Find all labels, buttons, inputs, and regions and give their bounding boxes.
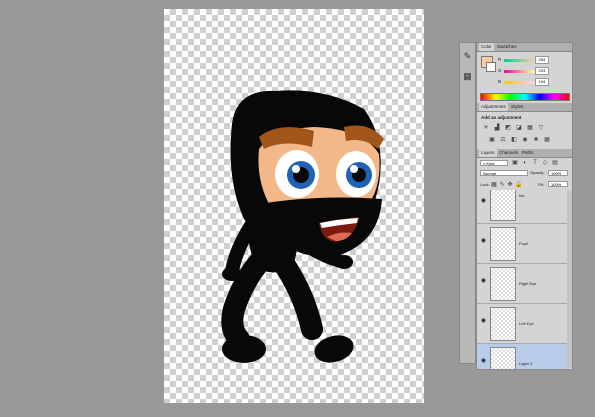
black-white-icon[interactable]: ◧ <box>511 137 517 143</box>
layer-thumbnail <box>490 190 516 221</box>
channel-b-value[interactable]: 154 <box>535 78 549 86</box>
filter-smart-icon[interactable]: ▤ <box>552 160 558 166</box>
layer-row-layer-2[interactable]: ◉ Layer 2 <box>477 344 567 369</box>
tab-paths[interactable]: Paths <box>520 149 536 157</box>
channel-mixer-icon[interactable]: ❀ <box>533 137 539 143</box>
adjustments-heading: Add an adjustment <box>481 115 522 120</box>
layers-scrollbar[interactable] <box>567 190 572 368</box>
channel-r-value[interactable]: 254 <box>535 56 549 64</box>
layer-thumbnail <box>490 227 516 261</box>
opacity-label: Opacity: <box>530 170 545 175</box>
brightness-icon[interactable]: ☀ <box>483 125 489 131</box>
filter-type-icon[interactable]: T <box>532 160 538 166</box>
color-panel-tabs: Color Swatches <box>477 43 572 52</box>
layer-thumbnail <box>490 347 516 369</box>
hue-icon[interactable]: ▣ <box>489 137 495 143</box>
layer-name: Pupil <box>519 241 528 246</box>
lock-position-icon[interactable]: ✥ <box>507 182 513 188</box>
visibility-eye-icon[interactable]: ◉ <box>480 238 487 245</box>
layers-icon[interactable]: ▦ <box>462 71 473 82</box>
layer-row-left-eye[interactable]: ◉ Left Eye <box>477 304 567 344</box>
curves-icon[interactable]: ◩ <box>505 125 511 131</box>
channel-g-label: G <box>498 68 502 73</box>
opacity-field[interactable]: 100% <box>548 170 568 176</box>
channel-g-slider[interactable] <box>504 70 534 73</box>
panel-dock: Color Swatches R 254 G 203 B 154 Adjustm… <box>476 42 573 370</box>
background-swatch[interactable] <box>486 62 496 72</box>
layer-thumbnail <box>490 267 516 301</box>
ninja-artwork <box>221 90 384 363</box>
layer-thumbnail <box>490 307 516 341</box>
tab-layers[interactable]: Layers <box>479 149 497 157</box>
exposure-icon[interactable]: ◪ <box>516 125 522 131</box>
visibility-eye-icon[interactable]: ◉ <box>480 198 487 205</box>
color-balance-icon[interactable]: ⚖ <box>500 137 506 143</box>
channel-g-value[interactable]: 203 <box>535 67 549 75</box>
channel-r-slider[interactable] <box>504 59 534 62</box>
layer-name: Layer 2 <box>519 361 533 366</box>
brush-icon[interactable]: ✎ <box>462 51 473 62</box>
layer-row-iris[interactable]: ◉ Iris <box>477 190 567 224</box>
layer-row-pupil[interactable]: ◉ Pupil <box>477 224 567 264</box>
tab-swatches[interactable]: Swatches <box>495 43 519 51</box>
document-canvas[interactable] <box>164 9 424 403</box>
color-ramp[interactable] <box>480 93 570 101</box>
lock-transparent-icon[interactable]: ▦ <box>491 182 497 188</box>
vibrance-icon[interactable]: ▽ <box>538 125 544 131</box>
gradient-icon[interactable]: ▦ <box>527 125 533 131</box>
tab-channels[interactable]: Channels <box>497 149 520 157</box>
layer-name: Left Eye <box>519 321 534 326</box>
search-icon: ⌕ <box>483 161 486 166</box>
channel-b-label: B <box>498 79 502 84</box>
channel-b-slider[interactable] <box>504 81 534 84</box>
channel-r-label: R <box>498 57 502 62</box>
tab-styles[interactable]: Styles <box>509 103 525 111</box>
tab-adjustments[interactable]: Adjustments <box>479 103 508 111</box>
tab-color[interactable]: Color <box>479 43 494 51</box>
lock-image-icon[interactable]: ✎ <box>499 182 505 188</box>
fill-field[interactable]: 100% <box>548 181 568 187</box>
levels-icon[interactable]: ▟ <box>494 125 500 131</box>
lock-label: Lock: <box>480 182 490 187</box>
kind-label: Kind <box>486 161 495 166</box>
visibility-eye-icon[interactable]: ◉ <box>480 318 487 325</box>
filter-shape-icon[interactable]: ◇ <box>542 160 548 166</box>
lock-all-icon[interactable]: 🔒 <box>515 182 522 188</box>
lookup-icon[interactable]: ▦ <box>544 137 550 143</box>
visibility-eye-icon[interactable]: ◉ <box>480 358 487 365</box>
layers-list: ◉ Iris ◉ Pupil ◉ Right Eye ◉ Left Eye ◉ … <box>477 190 572 369</box>
visibility-eye-icon[interactable]: ◉ <box>480 278 487 285</box>
blend-mode-select[interactable]: Normal <box>480 170 528 176</box>
filter-adjustment-icon[interactable]: ◐ <box>522 160 528 166</box>
adjustments-panel-tabs: Adjustments Styles <box>477 103 572 112</box>
fill-label: Fill: <box>538 182 545 187</box>
filter-pixel-icon[interactable]: ▣ <box>512 160 518 166</box>
layer-kind-filter[interactable]: ⌕ Kind <box>480 160 508 166</box>
layer-name: Right Eye <box>519 281 537 286</box>
layer-row-right-eye[interactable]: ◉ Right Eye <box>477 264 567 304</box>
layer-name: Iris <box>519 193 525 198</box>
tool-strip: ✎ ▦ <box>459 42 476 364</box>
photo-filter-icon[interactable]: ◉ <box>522 137 528 143</box>
layers-panel-tabs: Layers Channels Paths <box>477 149 572 158</box>
